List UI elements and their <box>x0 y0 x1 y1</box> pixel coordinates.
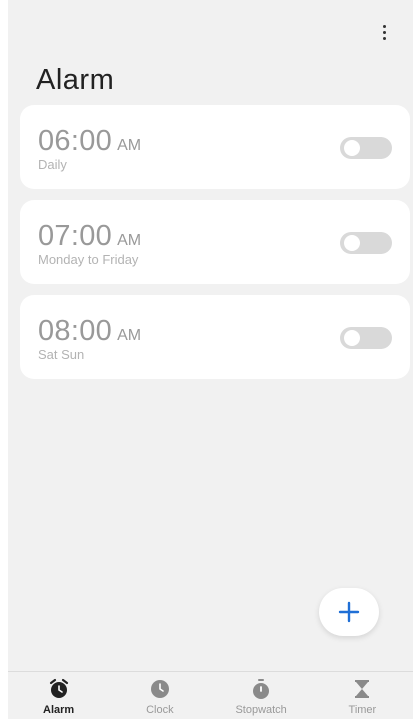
nav-item-timer[interactable]: Timer <box>312 672 413 719</box>
nav-label-timer: Timer <box>348 704 377 716</box>
toggle-knob <box>344 330 360 346</box>
alarm-time-row: 08:00 AM <box>38 315 141 348</box>
alarm-ampm: AM <box>117 232 142 249</box>
alarm-card[interactable]: 07:00 AM Monday to Friday <box>20 200 410 284</box>
alarm-list: 06:00 AM Daily 07:00 AM Monday to Friday… <box>20 105 410 390</box>
alarm-clock-icon <box>49 678 68 698</box>
toggle-knob <box>344 140 360 156</box>
alarm-repeat: Daily <box>38 157 67 172</box>
alarm-repeat: Sat Sun <box>38 347 85 362</box>
alarm-ampm: AM <box>117 137 142 154</box>
nav-label-alarm: Alarm <box>43 704 75 716</box>
alarm-time: 08:00 <box>38 315 113 347</box>
alarm-card[interactable]: 06:00 AM Daily <box>20 105 410 189</box>
alarm-toggle[interactable] <box>340 232 392 254</box>
more-vert-icon <box>382 24 386 28</box>
nav-item-stopwatch[interactable]: Stopwatch <box>211 672 312 719</box>
alarm-time-row: 06:00 AM <box>38 125 141 158</box>
page-title: Alarm <box>36 64 115 96</box>
alarm-repeat: Monday to Friday <box>38 252 139 267</box>
clock-icon <box>150 680 169 698</box>
alarm-time-row: 07:00 AM <box>38 220 141 253</box>
alarm-toggle[interactable] <box>340 137 392 159</box>
nav-label-stopwatch: Stopwatch <box>235 704 287 716</box>
alarm-card[interactable]: 08:00 AM Sat Sun <box>20 295 410 379</box>
bottom-navigation: Alarm Clock Stopwatch Timer <box>8 671 413 719</box>
toggle-knob <box>344 235 360 251</box>
alarm-ampm: AM <box>117 327 142 344</box>
alarm-toggle[interactable] <box>340 327 392 349</box>
add-alarm-button[interactable] <box>319 588 379 636</box>
stopwatch-icon <box>253 679 270 699</box>
more-options-button[interactable] <box>372 18 396 46</box>
hourglass-icon <box>355 680 370 698</box>
more-vert-icon-dot <box>382 30 386 34</box>
nav-item-alarm[interactable]: Alarm <box>8 672 109 719</box>
more-vert-icon-dot <box>382 36 386 40</box>
nav-label-clock: Clock <box>146 704 174 716</box>
alarm-screen: Alarm 06:00 AM Daily 07:00 AM Monday to … <box>8 0 413 719</box>
alarm-time: 07:00 <box>38 220 113 252</box>
alarm-time: 06:00 <box>38 125 113 157</box>
plus-icon <box>338 601 360 623</box>
nav-item-clock[interactable]: Clock <box>109 672 210 719</box>
